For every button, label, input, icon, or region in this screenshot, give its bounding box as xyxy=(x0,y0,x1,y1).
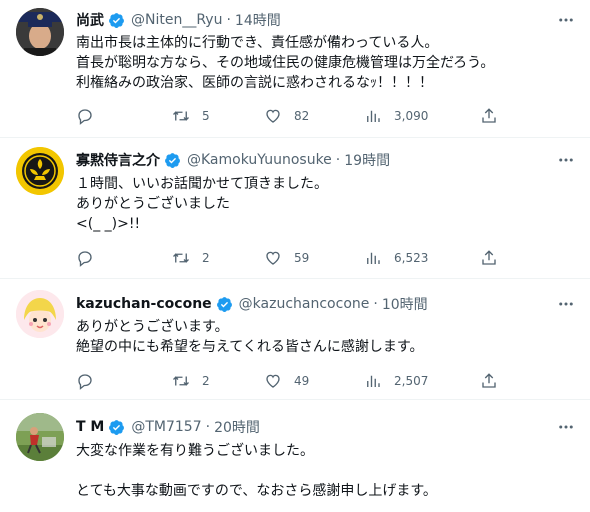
verified-badge-icon xyxy=(165,152,180,168)
reply-button[interactable] xyxy=(76,248,106,268)
reply-icon xyxy=(78,109,92,125)
share-button[interactable] xyxy=(480,106,498,126)
share-icon xyxy=(482,373,496,388)
like-count: 49 xyxy=(294,374,310,388)
like-button[interactable]: 59 xyxy=(264,248,309,268)
retweet-count: 5 xyxy=(202,109,210,123)
reply-icon xyxy=(78,374,92,390)
timestamp[interactable]: 10時間 xyxy=(382,294,428,314)
separator: · xyxy=(205,419,211,435)
views-count: 6,523 xyxy=(394,251,429,265)
share-button[interactable] xyxy=(480,371,498,391)
handle[interactable]: @TM7157 xyxy=(131,419,201,435)
like-count: 59 xyxy=(294,251,310,265)
retweet-button[interactable]: 2 xyxy=(172,371,210,391)
tweet-text-line: 利権絡みの政治家、医師の言説に惑わされるなｯ！！！！ xyxy=(76,75,433,91)
like-button[interactable]: 82 xyxy=(264,106,309,126)
more-icon[interactable] xyxy=(556,150,576,170)
tweet-text-line: <(_ _)>!! xyxy=(76,216,141,232)
retweet-button[interactable]: 5 xyxy=(172,106,210,126)
tweet-text: ありがとうございます。 絶望の中にも希望を与えてくれる皆さんに感謝します。 xyxy=(76,317,576,357)
reply-button[interactable] xyxy=(76,371,106,391)
reply-icon xyxy=(78,251,92,267)
verified-badge-icon xyxy=(109,12,124,28)
retweet-button[interactable]: 2 xyxy=(172,248,210,268)
display-name[interactable]: kazuchan-cocone xyxy=(76,296,212,312)
avatar[interactable] xyxy=(16,8,64,56)
display-name[interactable]: 尚武 xyxy=(76,10,104,30)
more-icon[interactable] xyxy=(556,10,576,30)
share-icon xyxy=(482,108,496,123)
tweet-header: 寡黙侍言之介 @KamokuYuunosuke · 19時間 xyxy=(76,150,390,170)
tweet[interactable]: 寡黙侍言之介 @KamokuYuunosuke · 19時間 １時間、いいお話聞… xyxy=(0,139,590,279)
tweet-header: kazuchan-cocone @kazuchancocone · 10時間 xyxy=(76,294,428,314)
avatar[interactable] xyxy=(16,147,64,195)
like-count: 82 xyxy=(294,109,310,123)
display-name[interactable]: T M xyxy=(76,419,104,435)
tweet-text-line xyxy=(76,461,576,481)
tweet-text-line: １時間、いいお話聞かせて頂きました。 xyxy=(76,176,328,192)
retweet-icon xyxy=(173,253,189,263)
share-button[interactable] xyxy=(480,248,498,268)
handle[interactable]: @KamokuYuunosuke xyxy=(187,152,332,168)
handle[interactable]: @Niten__Ryu xyxy=(131,12,222,28)
retweet-count: 2 xyxy=(202,251,210,265)
verified-badge-icon xyxy=(109,419,125,435)
verified-badge-icon xyxy=(216,296,232,312)
views-icon xyxy=(367,375,380,387)
more-icon[interactable] xyxy=(556,417,576,437)
timestamp[interactable]: 14時間 xyxy=(235,10,281,30)
like-icon xyxy=(266,374,280,388)
separator: · xyxy=(373,296,378,312)
display-name[interactable]: 寡黙侍言之介 xyxy=(76,150,160,170)
tweet[interactable]: T M @TM7157 · 20時間 大変な作業を有り難うございました。 とても… xyxy=(0,401,590,512)
tweet-header: T M @TM7157 · 20時間 xyxy=(76,417,260,437)
avatar[interactable] xyxy=(16,290,64,338)
retweet-count: 2 xyxy=(202,374,210,388)
views-button[interactable]: 3,090 xyxy=(364,106,428,126)
like-button[interactable]: 49 xyxy=(264,371,309,391)
like-icon xyxy=(266,251,280,265)
views-icon xyxy=(367,110,380,122)
views-button[interactable]: 2,507 xyxy=(364,371,428,391)
tweet-text: １時間、いいお話聞かせて頂きました。 ありがとうございました <(_ _)>!! xyxy=(76,174,576,234)
views-icon xyxy=(367,252,380,264)
reply-button[interactable] xyxy=(76,106,106,126)
retweet-icon xyxy=(173,376,189,386)
like-icon xyxy=(266,109,280,123)
more-icon[interactable] xyxy=(556,294,576,314)
tweet-text-line: 絶望の中にも希望を与えてくれる皆さんに感謝します。 xyxy=(76,339,424,355)
share-icon xyxy=(482,250,496,265)
tweet[interactable]: 尚武 @Niten__Ryu · 14時間 南出市長は主体的に行動でき、責任感が… xyxy=(0,0,590,138)
tweet-text-line: 首長が聡明な方なら、その地域住民の健康危機管理は万全だろう。 xyxy=(76,55,495,71)
views-count: 3,090 xyxy=(394,109,429,123)
views-count: 2,507 xyxy=(394,374,429,388)
retweet-icon xyxy=(173,111,189,121)
tweet-header: 尚武 @Niten__Ryu · 14時間 xyxy=(76,10,281,30)
timestamp[interactable]: 19時間 xyxy=(344,150,390,170)
views-button[interactable]: 6,523 xyxy=(364,248,428,268)
avatar[interactable] xyxy=(16,413,64,461)
tweet-text-line: ありがとうございます。 xyxy=(76,319,229,335)
tweet-text-line: 南出市長は主体的に行動でき、責任感が備わっている人。 xyxy=(76,35,439,51)
tweet-text-line: ありがとうございました xyxy=(76,196,230,212)
handle[interactable]: @kazuchancocone xyxy=(239,296,370,312)
tweet-text-line: とても大事な動画ですので、なおさら感謝申し上げます。 xyxy=(76,483,437,499)
tweet[interactable]: kazuchan-cocone @kazuchancocone · 10時間 あ… xyxy=(0,280,590,400)
tweet-text-line: 大変な作業を有り難うございました。 xyxy=(76,443,314,459)
separator: · xyxy=(226,12,231,28)
separator: · xyxy=(335,152,341,168)
timestamp[interactable]: 20時間 xyxy=(214,417,260,437)
tweet-text: 南出市長は主体的に行動でき、責任感が備わっている人。 首長が聡明な方なら、その地… xyxy=(76,33,576,93)
tweet-text: 大変な作業を有り難うございました。 とても大事な動画ですので、なおさら感謝申し上… xyxy=(76,441,576,501)
